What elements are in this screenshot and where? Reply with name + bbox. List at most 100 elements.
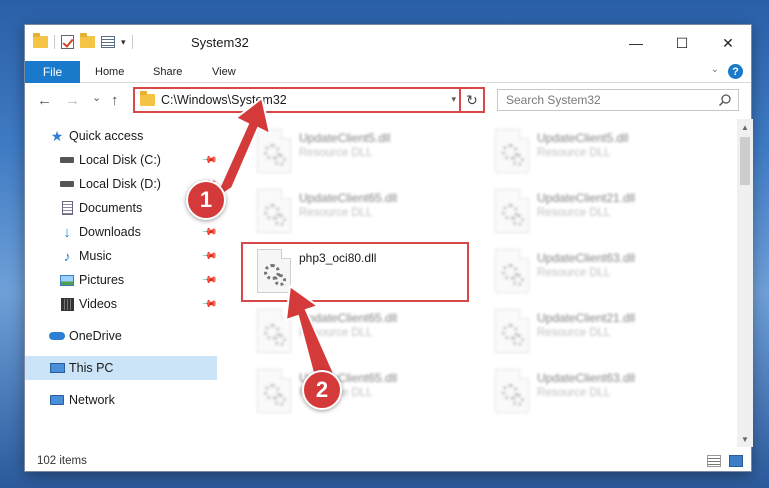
document-icon [59, 201, 75, 215]
pin-icon[interactable]: 📌 [201, 296, 218, 313]
video-icon [59, 297, 75, 311]
file-list: UpdateClient5.dll Resource DLL UpdateCli… [217, 119, 737, 447]
up-button[interactable]: ↑ [111, 92, 119, 109]
folder-icon [33, 33, 48, 48]
item-count: 102 items [37, 455, 87, 467]
sidebar-item-local-disk-c[interactable]: Local Disk (C:) 📌 [25, 148, 218, 172]
window-title: System32 [191, 35, 249, 50]
address-bar[interactable]: C:\Windows\System32 ▾ ↻ [133, 87, 485, 113]
dll-file-icon [257, 129, 291, 173]
scroll-down-icon[interactable]: ▼ [737, 431, 753, 447]
search-placeholder: Search System32 [506, 93, 601, 107]
dll-file-icon [495, 249, 529, 293]
file-type: Resource DLL [537, 207, 611, 219]
back-button[interactable]: ← [37, 92, 52, 109]
dll-file-icon [495, 369, 529, 413]
toolbar-divider [54, 35, 55, 49]
tab-home[interactable]: Home [95, 61, 124, 83]
sidebar-item-network[interactable]: Network [25, 388, 217, 412]
pin-icon[interactable]: 📌 [201, 272, 218, 289]
search-input[interactable]: Search System32 [497, 89, 739, 111]
file-tile[interactable]: UpdateClient5.dll Resource DLL [247, 125, 467, 181]
minimize-button[interactable]: — [613, 25, 659, 61]
expand-ribbon-chevron-icon[interactable]: ⌄ [711, 64, 719, 75]
step-badge-1: 1 [186, 180, 226, 220]
close-button[interactable]: ✕ [705, 25, 751, 61]
network-icon [49, 393, 65, 407]
recent-locations-button[interactable]: ⌄ [92, 91, 101, 104]
scroll-thumb[interactable] [740, 137, 750, 185]
quick-access-toolbar: ▾ [33, 33, 133, 49]
pin-icon[interactable]: 📌 [201, 152, 218, 169]
file-tile[interactable]: UpdateClient63.dll Resource DLL [485, 365, 705, 421]
properties-icon[interactable] [101, 36, 115, 48]
file-type: Resource DLL [299, 147, 373, 159]
pin-icon[interactable]: 📌 [201, 224, 218, 241]
sidebar-item-this-pc[interactable]: This PC [25, 356, 217, 380]
help-icon[interactable]: ? [728, 64, 743, 79]
sidebar-item-quick-access[interactable]: ★ Quick access [25, 124, 217, 148]
sidebar-item-downloads[interactable]: ↓ Downloads 📌 [25, 220, 217, 244]
details-view-icon[interactable] [707, 455, 721, 467]
large-icons-view-icon[interactable] [729, 455, 743, 467]
file-tile[interactable]: UpdateClient65.dll Resource DLL [247, 305, 467, 361]
file-tile[interactable]: UpdateClient63.dll Resource DLL [485, 245, 705, 301]
drive-icon [59, 177, 75, 191]
vertical-scrollbar[interactable]: ▲ ▼ [737, 119, 753, 447]
file-tile[interactable]: UpdateClient65.dll Resource DLL [247, 365, 467, 421]
pictures-icon [59, 273, 75, 287]
tab-view[interactable]: View [212, 61, 236, 83]
file-name: UpdateClient5.dll [537, 131, 629, 145]
file-type: Resource DLL [537, 267, 611, 279]
file-name: UpdateClient65.dll [299, 311, 398, 325]
file-type: Resource DLL [299, 207, 373, 219]
dll-file-icon [257, 189, 291, 233]
file-name: php3_oci80.dll [299, 251, 377, 265]
file-tile[interactable]: UpdateClient21.dll Resource DLL [485, 305, 705, 361]
maximize-button[interactable]: ☐ [659, 25, 705, 61]
file-type: Resource DLL [537, 387, 611, 399]
file-name: UpdateClient21.dll [537, 311, 636, 325]
dll-file-icon [495, 129, 529, 173]
address-path[interactable]: C:\Windows\System32 [161, 93, 287, 107]
file-tile[interactable]: UpdateClient65.dll Resource DLL [247, 185, 467, 241]
folder-icon [140, 91, 155, 106]
navigation-bar: ← → ⌄ ↑ C:\Windows\System32 ▾ ↻ Search S… [25, 83, 751, 119]
file-tile[interactable]: UpdateClient5.dll Resource DLL [485, 125, 705, 181]
new-folder-icon[interactable] [80, 33, 95, 48]
computer-icon [49, 361, 65, 375]
sidebar-item-pictures[interactable]: Pictures 📌 [25, 268, 218, 292]
address-dropdown-icon[interactable]: ▾ [451, 94, 456, 105]
file-name: UpdateClient63.dll [537, 251, 636, 265]
scroll-up-icon[interactable]: ▲ [737, 119, 753, 135]
file-name: UpdateClient21.dll [537, 191, 636, 205]
step-badge-2: 2 [302, 370, 342, 410]
music-icon: ♪ [63, 248, 71, 264]
sidebar-item-onedrive[interactable]: OneDrive [25, 324, 217, 348]
file-tile-php3-oci80[interactable]: php3_oci80.dll [247, 245, 467, 301]
file-name: UpdateClient5.dll [299, 131, 391, 145]
dll-file-icon [495, 309, 529, 353]
customize-toolbar-icon[interactable]: ▾ [121, 37, 126, 48]
star-icon: ★ [50, 127, 64, 144]
explorer-window: ▾ System32 — ☐ ✕ File Home Share View ⌄ … [24, 24, 753, 473]
dll-file-icon [257, 369, 291, 413]
tab-file[interactable]: File [25, 61, 80, 83]
file-tile[interactable]: UpdateClient21.dll Resource DLL [485, 185, 705, 241]
tab-share[interactable]: Share [153, 61, 182, 83]
refresh-button[interactable]: ↻ [459, 89, 483, 111]
pin-icon[interactable]: 📌 [201, 248, 218, 265]
sidebar-item-videos[interactable]: Videos 📌 [25, 292, 218, 316]
file-type: Resource DLL [299, 327, 373, 339]
forward-button[interactable]: → [65, 92, 80, 109]
properties-check-icon[interactable] [61, 35, 74, 49]
dll-file-icon [257, 249, 291, 293]
file-type: Resource DLL [537, 147, 611, 159]
download-icon: ↓ [63, 223, 71, 241]
navigation-pane: ★ Quick access Local Disk (C:) 📌 Local D… [25, 119, 218, 447]
dll-file-icon [257, 309, 291, 353]
status-bar: 102 items [25, 449, 751, 473]
sidebar-item-music[interactable]: ♪ Music 📌 [25, 244, 218, 268]
toolbar-divider [131, 35, 133, 49]
file-name: UpdateClient63.dll [537, 371, 636, 385]
